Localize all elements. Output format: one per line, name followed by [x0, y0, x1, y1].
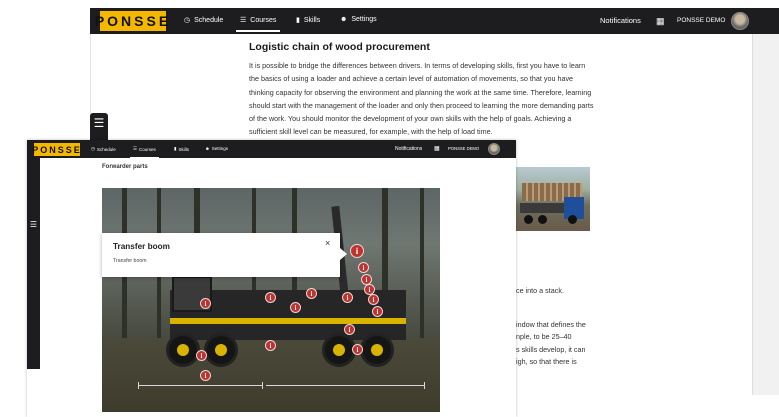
- article-fragment: nple, to be 25–40: [516, 332, 572, 341]
- list-icon: ☰: [29, 219, 38, 229]
- wheel: [204, 333, 238, 367]
- info-icon[interactable]: i: [200, 370, 211, 381]
- nav-courses[interactable]: ☰ Courses: [235, 16, 281, 32]
- ponsse-logo[interactable]: PONSSE: [32, 143, 80, 156]
- nav-courses-label: Courses: [139, 146, 156, 152]
- wheel: [322, 333, 356, 367]
- sidebar-collapsed: [27, 158, 40, 369]
- info-icon[interactable]: i: [290, 302, 301, 313]
- info-popover: Transfer boom Transfer boom ×: [102, 233, 340, 277]
- forwarder-diagram: i i i i i i i i i i i i i i i i: [102, 188, 440, 412]
- notifications-link[interactable]: Notifications: [395, 146, 422, 152]
- nav-skills-label: Skills: [303, 16, 321, 24]
- info-icon[interactable]: i: [358, 262, 369, 273]
- close-icon[interactable]: ×: [325, 238, 330, 248]
- popover-arrow: [340, 248, 347, 260]
- bar-chart-icon: ▮: [296, 17, 300, 24]
- info-icon[interactable]: i: [342, 292, 353, 303]
- ponsse-logo[interactable]: PONSSE: [95, 11, 168, 31]
- page-bottom-area: [515, 395, 779, 417]
- clock-icon: ◷: [184, 17, 191, 24]
- nav-schedule[interactable]: ◷ Schedule: [184, 16, 224, 25]
- popover-title: Transfer boom: [113, 242, 170, 251]
- article-title: Logistic chain of wood procurement: [249, 41, 430, 53]
- nav-skills[interactable]: ▮ Skills: [174, 146, 189, 152]
- nav-schedule[interactable]: ◷ Schedule: [91, 146, 116, 152]
- wheel: [360, 333, 394, 367]
- list-icon: ☰: [240, 17, 247, 24]
- sidebar-toggle[interactable]: ☰: [90, 113, 108, 143]
- sidebar-toggle[interactable]: ☰: [27, 218, 40, 230]
- bar-chart-icon: ▮: [174, 146, 177, 151]
- truck-image: [516, 167, 590, 231]
- grid-icon[interactable]: ▦: [434, 145, 440, 152]
- info-icon[interactable]: i: [352, 344, 363, 355]
- grid-icon[interactable]: ▦: [656, 16, 665, 27]
- wheel: [166, 333, 200, 367]
- org-name[interactable]: PONSSE DEMO: [677, 17, 725, 24]
- article-fragment: ce into a stack.: [516, 286, 564, 295]
- article-body: It is possible to bridge the differences…: [249, 61, 594, 137]
- info-icon[interactable]: i: [265, 340, 276, 351]
- nav-schedule-label: Schedule: [194, 16, 224, 24]
- user-plus-icon: ☻: [205, 146, 210, 151]
- list-icon: ☰: [93, 116, 105, 130]
- info-icon[interactable]: i: [306, 288, 317, 299]
- info-icon[interactable]: i: [200, 298, 211, 309]
- clock-icon: ◷: [91, 146, 95, 151]
- info-icon[interactable]: i: [368, 294, 379, 305]
- avatar[interactable]: [488, 143, 500, 155]
- avatar[interactable]: [731, 12, 749, 30]
- nav-settings[interactable]: ☻ Settings: [340, 16, 377, 23]
- page-scrollbar-area: [752, 34, 779, 395]
- nav-skills[interactable]: ▮ Skills: [296, 16, 321, 25]
- nav-schedule-label: Schedule: [96, 146, 116, 152]
- info-icon[interactable]: i: [265, 292, 276, 303]
- nav-settings[interactable]: ☻ Settings: [205, 146, 228, 151]
- front-navbar: PONSSE ◷ Schedule ☰ Courses ▮ Skills ☻ S…: [27, 140, 516, 158]
- nav-courses-label: Courses: [250, 16, 277, 24]
- nav-settings-label: Settings: [351, 16, 377, 23]
- info-icon[interactable]: i: [372, 306, 383, 317]
- notifications-link[interactable]: Notifications: [600, 16, 641, 25]
- org-name[interactable]: PONSSE DEMO: [448, 146, 479, 151]
- article-fragment: igh, so that there is: [516, 357, 577, 366]
- info-icon[interactable]: i: [196, 350, 207, 361]
- info-icon[interactable]: i: [350, 244, 364, 258]
- info-icon[interactable]: i: [344, 324, 355, 335]
- nav-skills-label: Skills: [178, 146, 189, 152]
- back-navbar: PONSSE ◷ Schedule ☰ Courses ▮ Skills ☻ S…: [90, 8, 779, 34]
- list-icon: ☰: [133, 146, 138, 151]
- user-plus-icon: ☻: [340, 16, 348, 23]
- popover-text: Transfer boom: [113, 258, 147, 264]
- page-title: Forwarder parts: [102, 164, 148, 170]
- nav-courses[interactable]: ☰ Courses: [130, 146, 159, 158]
- nav-settings-label: Settings: [211, 146, 229, 151]
